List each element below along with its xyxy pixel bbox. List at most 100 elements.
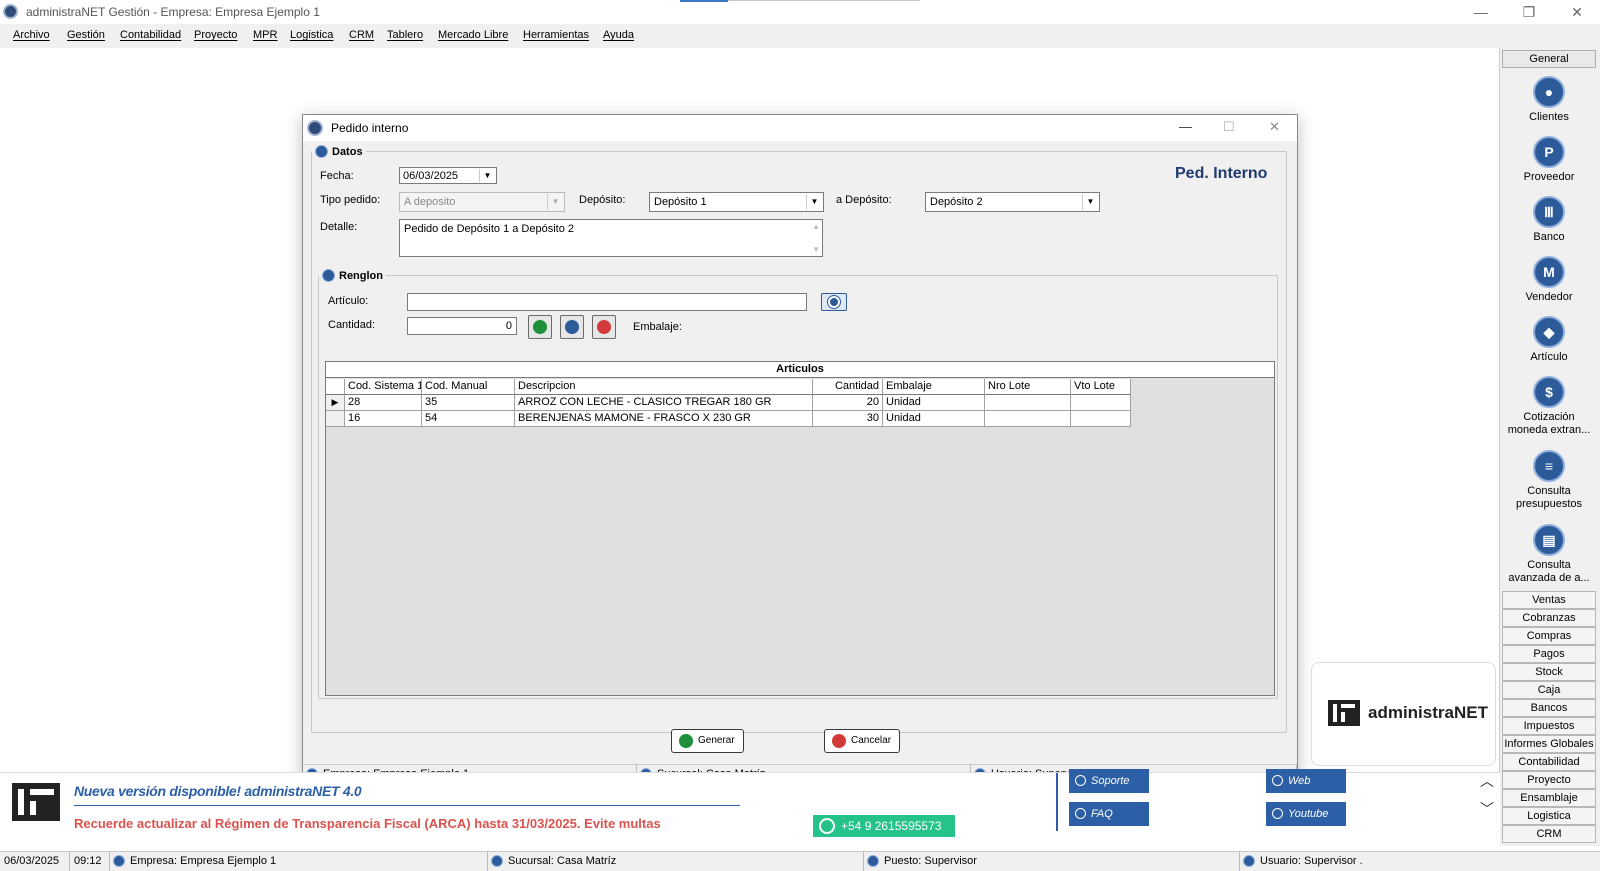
- edit-renglon-button[interactable]: [560, 315, 584, 339]
- table-cell[interactable]: ARROZ CON LECHE - CLASICO TREGAR 180 GR: [515, 395, 813, 411]
- a-deposito-dropdown-icon[interactable]: ▼: [1082, 194, 1098, 210]
- shortcut-proveedor[interactable]: P Proveedor: [1502, 136, 1596, 184]
- category-pagos[interactable]: Pagos: [1502, 645, 1596, 663]
- detalle-textarea[interactable]: Pedido de Depósito 1 a Depósito 2 ▲ ▼: [399, 219, 823, 257]
- soporte-button[interactable]: Soporte: [1069, 769, 1149, 793]
- menu-mpr[interactable]: MPR: [253, 29, 277, 41]
- shortcut-cotizacion[interactable]: $ Cotización moneda extran...: [1502, 376, 1596, 437]
- shortcut-articulo[interactable]: ◆ Artículo: [1502, 316, 1596, 364]
- scroll-up-icon[interactable]: ▲: [812, 222, 820, 231]
- articulo-input[interactable]: [407, 293, 807, 311]
- cantidad-input[interactable]: 0: [407, 317, 517, 335]
- category-impuestos[interactable]: Impuestos: [1502, 717, 1596, 735]
- menu-gestion[interactable]: Gestión: [67, 29, 105, 41]
- faq-button[interactable]: FAQ: [1069, 802, 1149, 826]
- dialog-close-icon[interactable]: ✕: [1269, 119, 1280, 135]
- close-icon[interactable]: ✕: [1566, 2, 1588, 22]
- column-header[interactable]: Embalaje: [883, 379, 985, 395]
- table-cell[interactable]: Unidad: [883, 411, 985, 427]
- menu-mercado-libre[interactable]: Mercado Libre: [438, 29, 508, 41]
- menu-archivo[interactable]: Archivo: [13, 29, 50, 41]
- tipo-dropdown-icon: ▼: [547, 194, 563, 210]
- form-heading: Ped. Interno: [1175, 165, 1268, 182]
- search-articulo-button[interactable]: [821, 293, 847, 311]
- deposito-select[interactable]: Depósito 1 ▼: [649, 192, 824, 212]
- menu-tablero[interactable]: Tablero: [387, 29, 423, 41]
- scroll-down-icon[interactable]: ▼: [812, 245, 820, 254]
- column-header[interactable]: Vto Lote: [1071, 379, 1131, 395]
- banner-headline[interactable]: Nueva versión disponible! administraNET …: [74, 783, 362, 799]
- document-icon: ≡: [1533, 450, 1565, 482]
- category-ensamblaje[interactable]: Ensamblaje: [1502, 789, 1596, 807]
- restore-icon[interactable]: ❐: [1518, 2, 1540, 22]
- shortcut-clientes[interactable]: ● Clientes: [1502, 76, 1596, 124]
- menu-contabilidad[interactable]: Contabilidad: [120, 29, 181, 41]
- column-header[interactable]: Descripcion: [515, 379, 813, 395]
- column-header[interactable]: Cod. Sistema 1: [345, 379, 422, 395]
- web-button[interactable]: Web: [1266, 769, 1346, 793]
- menu-proyecto[interactable]: Proyecto: [194, 29, 237, 41]
- category-ventas[interactable]: Ventas: [1502, 591, 1596, 609]
- a-deposito-select[interactable]: Depósito 2 ▼: [925, 192, 1100, 212]
- table-cell[interactable]: 16: [345, 411, 422, 427]
- status-time: 09:12: [70, 852, 110, 871]
- menu-herramientas[interactable]: Herramientas: [523, 29, 589, 41]
- category-cobranzas[interactable]: Cobranzas: [1502, 609, 1596, 627]
- confirm-renglon-button[interactable]: [528, 315, 552, 339]
- banner-notice[interactable]: Recuerde actualizar al Régimen de Transp…: [74, 816, 661, 831]
- category-informes-globales[interactable]: Informes Globales: [1502, 735, 1596, 753]
- row-selector[interactable]: [326, 411, 345, 427]
- table-cell[interactable]: [1071, 411, 1131, 427]
- shortcut-consulta-presupuestos[interactable]: ≡ Consulta presupuestos: [1502, 450, 1596, 511]
- column-header[interactable]: Nro Lote: [985, 379, 1071, 395]
- table-cell[interactable]: 20: [813, 395, 883, 411]
- app-title-bar: administraNET Gestión - Empresa: Empresa…: [0, 0, 1600, 24]
- menu-logistica[interactable]: Logistica: [290, 29, 333, 41]
- youtube-button[interactable]: Youtube: [1266, 802, 1346, 826]
- category-logistica[interactable]: Logistica: [1502, 807, 1596, 825]
- table-cell[interactable]: BERENJENAS MAMONE - FRASCO X 230 GR: [515, 411, 813, 427]
- category-stock[interactable]: Stock: [1502, 663, 1596, 681]
- clients-icon: ●: [1533, 76, 1565, 108]
- banner-scroll-down-icon[interactable]: ﹀: [1480, 799, 1494, 819]
- fecha-field[interactable]: 06/03/2025 ▼: [399, 167, 497, 184]
- fecha-dropdown-icon[interactable]: ▼: [479, 169, 495, 182]
- delete-renglon-button[interactable]: [592, 315, 616, 339]
- minimize-icon[interactable]: —: [1470, 2, 1492, 22]
- row-selector-icon[interactable]: ▶: [326, 395, 345, 411]
- cancelar-button[interactable]: Cancelar: [824, 729, 901, 753]
- category-crm[interactable]: CRM: [1502, 825, 1596, 843]
- menu-crm[interactable]: CRM: [349, 29, 374, 41]
- deposito-dropdown-icon[interactable]: ▼: [806, 194, 822, 210]
- tipo-pedido-select[interactable]: A deposito ▼: [399, 192, 565, 212]
- table-cell[interactable]: 30: [813, 411, 883, 427]
- menu-ayuda[interactable]: Ayuda: [603, 29, 634, 41]
- table-cell[interactable]: Unidad: [883, 395, 985, 411]
- generar-button[interactable]: Generar: [671, 729, 744, 753]
- dialog-minimize-icon[interactable]: —: [1179, 119, 1192, 134]
- table-cell[interactable]: 35: [422, 395, 515, 411]
- shortcut-vendedor[interactable]: M Vendedor: [1502, 256, 1596, 304]
- panel-header-general[interactable]: General: [1502, 50, 1596, 68]
- whatsapp-button[interactable]: +54 9 2615595573: [813, 815, 955, 837]
- status-date: 06/03/2025: [0, 852, 70, 871]
- row-header-corner: [326, 379, 345, 395]
- category-compras[interactable]: Compras: [1502, 627, 1596, 645]
- table-cell[interactable]: 54: [422, 411, 515, 427]
- shortcut-banco[interactable]: Ⅲ Banco: [1502, 196, 1596, 244]
- column-header[interactable]: Cod. Manual: [422, 379, 515, 395]
- table-cell[interactable]: [1071, 395, 1131, 411]
- status-usuario: Usuario: Supervisor .: [1240, 852, 1600, 871]
- category-proyecto[interactable]: Proyecto: [1502, 771, 1596, 789]
- category-bancos[interactable]: Bancos: [1502, 699, 1596, 717]
- category-caja[interactable]: Caja: [1502, 681, 1596, 699]
- a-deposito-label: a Depósito:: [836, 194, 892, 206]
- column-header[interactable]: Cantidad: [813, 379, 883, 395]
- dialog-maximize-icon[interactable]: ☐: [1223, 119, 1235, 135]
- table-cell[interactable]: 28: [345, 395, 422, 411]
- shortcut-consulta-avanzada[interactable]: ▤ Consulta avanzada de a...: [1502, 524, 1596, 585]
- category-contabilidad[interactable]: Contabilidad: [1502, 753, 1596, 771]
- banner-scroll-up-icon[interactable]: ︿: [1480, 771, 1494, 791]
- table-cell[interactable]: [985, 395, 1071, 411]
- table-cell[interactable]: [985, 411, 1071, 427]
